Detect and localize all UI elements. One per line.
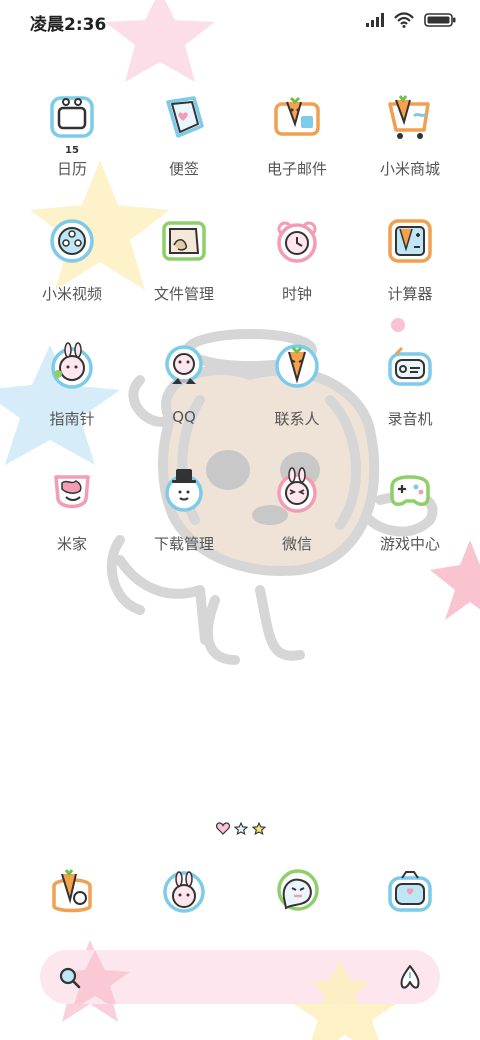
star-icon: [252, 822, 266, 835]
battery-icon: [424, 13, 456, 27]
app-contacts[interactable]: 联系人: [247, 340, 347, 450]
app-calendar[interactable]: 15 日历: [22, 90, 122, 200]
search-icon[interactable]: [58, 966, 82, 990]
qq-icon: [165, 345, 203, 384]
app-mijia[interactable]: 米家: [22, 465, 122, 575]
status-icons: [366, 12, 456, 28]
app-label: 计算器: [387, 285, 433, 303]
app-clock[interactable]: 时钟: [247, 215, 347, 325]
phone-icon: [52, 869, 92, 913]
status-bar: 凌晨2:36: [0, 0, 480, 44]
app-label: 微信: [281, 535, 312, 553]
app-label: 米家: [56, 535, 87, 553]
recorder-icon: [388, 346, 432, 386]
app-game-center[interactable]: 游戏中心: [360, 465, 460, 575]
app-label: 联系人: [274, 410, 320, 428]
status-time: 凌晨2:36: [30, 15, 107, 35]
game-center-icon: [390, 475, 430, 506]
app-label: 电子邮件: [266, 160, 327, 178]
app-label: 时钟: [281, 285, 312, 303]
app-compass[interactable]: 指南针: [22, 340, 122, 450]
file-manager-icon: [162, 221, 206, 261]
mi-store-icon: [388, 95, 430, 139]
download-manager-icon: [165, 469, 203, 512]
assistant-icon[interactable]: [398, 964, 422, 990]
mijia-icon: [54, 475, 90, 509]
email-icon: [274, 96, 320, 136]
camera-icon: [388, 871, 432, 912]
contacts-icon: [275, 344, 319, 388]
app-file-manager[interactable]: 文件管理: [134, 215, 234, 325]
wifi-icon: [394, 12, 414, 28]
app-notes[interactable]: 便签: [134, 90, 234, 200]
signal-icon: [366, 13, 384, 27]
app-download-manager[interactable]: 下载管理: [134, 465, 234, 575]
app-label: 下载管理: [153, 535, 214, 553]
chat-icon: [277, 869, 319, 911]
search-bar[interactable]: [40, 950, 440, 1004]
app-qq[interactable]: QQ: [134, 340, 234, 450]
calculator-icon: [388, 219, 432, 263]
clock-icon: [277, 221, 317, 263]
heart-icon: [216, 822, 230, 835]
app-wechat[interactable]: 微信: [247, 465, 347, 575]
app-label: QQ: [172, 408, 196, 426]
messages-icon: [163, 871, 205, 913]
wechat-icon: [277, 467, 317, 513]
app-recorder[interactable]: 录音机: [360, 340, 460, 450]
app-label: 便签: [168, 160, 199, 178]
app-email[interactable]: 电子邮件: [247, 90, 347, 200]
calendar-icon: [50, 96, 94, 138]
app-label: 指南针: [49, 410, 95, 428]
dock: [0, 866, 480, 926]
app-video[interactable]: 小米视频: [22, 215, 122, 325]
app-mi-store[interactable]: 小米商城: [360, 90, 460, 200]
notes-icon: [166, 96, 204, 138]
search-bar-decoration: [60, 950, 370, 1004]
app-label: 游戏中心: [379, 535, 440, 553]
app-calculator[interactable]: 计算器: [360, 215, 460, 325]
dock-chat[interactable]: [272, 866, 324, 918]
calendar-day-badge: 15: [65, 145, 79, 156]
dock-camera[interactable]: [384, 866, 436, 918]
app-label: 录音机: [387, 410, 433, 428]
app-label: 日历: [56, 160, 87, 178]
app-label: 小米商城: [379, 160, 440, 178]
video-icon: [50, 219, 94, 263]
compass-icon: [51, 342, 93, 389]
dock-messages[interactable]: [158, 866, 210, 918]
dock-phone[interactable]: [46, 866, 98, 918]
app-label: 文件管理: [153, 285, 214, 303]
star-icon: [234, 822, 248, 835]
app-label: 小米视频: [41, 285, 102, 303]
page-indicator: [216, 822, 266, 835]
